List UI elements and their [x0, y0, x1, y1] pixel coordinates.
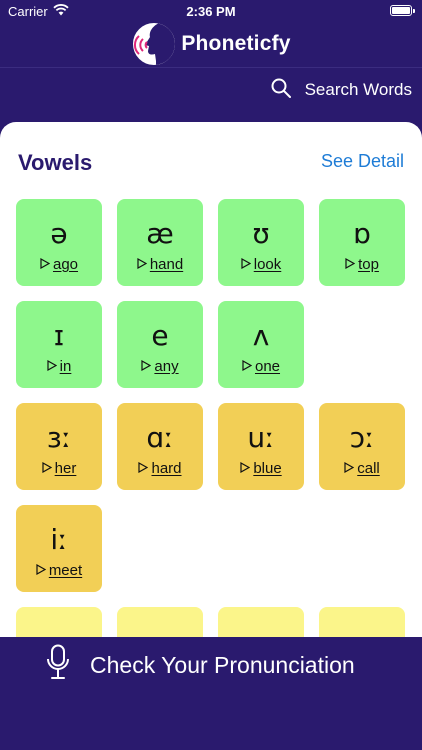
vowels-card: Vowels See Detail ə ago æ hand ʊ look ɒ top ɪ in e… [0, 122, 422, 682]
empty-cell [319, 505, 405, 592]
app-header: Phoneticfy [0, 20, 422, 68]
example-word: hard [151, 460, 182, 477]
empty-cell [218, 505, 304, 592]
example-word-button[interactable]: call [344, 460, 380, 477]
example-word: hand [149, 256, 184, 273]
empty-cell [319, 301, 405, 388]
play-triangle-icon [36, 562, 47, 579]
example-word-button[interactable]: top [345, 256, 379, 273]
vowel-tile[interactable]: æ hand [117, 199, 203, 286]
example-word-button[interactable]: one [242, 358, 280, 375]
search-button[interactable]: Search Words [271, 78, 412, 102]
play-triangle-icon [344, 460, 355, 477]
play-triangle-icon [242, 358, 253, 375]
status-time: 2:36 PM [186, 4, 236, 19]
vowel-tile[interactable]: ə ago [16, 199, 102, 286]
example-word: top [358, 256, 379, 273]
vowel-symbol: ʊ [252, 217, 270, 250]
play-triangle-icon [241, 256, 251, 273]
vowel-symbol: ɪ [53, 319, 65, 352]
logo-icon [131, 20, 178, 67]
status-bar: Carrier 2:36 PM [0, 0, 422, 22]
search-icon [271, 78, 291, 103]
play-triangle-icon [137, 256, 148, 273]
empty-cell [117, 505, 203, 592]
vowel-grid: ə ago æ hand ʊ look ɒ top ɪ in e any ʌ one ɜː her ɑː hard… [16, 199, 408, 682]
example-word-button[interactable]: hand [137, 256, 183, 273]
vowel-symbol: ɒ [353, 217, 371, 250]
play-triangle-icon [47, 358, 57, 375]
section-title: Vowels [18, 150, 93, 175]
example-word: ago [52, 256, 79, 273]
vowel-tile[interactable]: ɔː call [319, 403, 405, 490]
example-word: meet [48, 562, 83, 579]
vowel-tile[interactable]: ɪ in [16, 301, 102, 388]
example-word-button[interactable]: look [241, 256, 282, 273]
example-word-button[interactable]: meet [36, 562, 82, 579]
vowel-symbol: ɑː [146, 421, 174, 454]
app-title: Phoneticfy [181, 31, 291, 55]
battery-icon [390, 5, 415, 16]
play-triangle-icon [42, 460, 52, 477]
play-triangle-icon [240, 460, 251, 477]
vowel-symbol: ɔː [349, 421, 375, 454]
vowel-tile[interactable]: ɒ top [319, 199, 405, 286]
vowel-symbol: ɜː [46, 421, 72, 454]
vowel-symbol: ə [50, 217, 68, 250]
microphone-icon [46, 644, 70, 686]
play-triangle-icon [138, 460, 149, 477]
example-word: any [154, 358, 179, 375]
vowel-tile[interactable]: ɜː her [16, 403, 102, 490]
example-word: her [54, 460, 77, 477]
play-triangle-icon [141, 358, 152, 375]
example-word: one [254, 358, 281, 375]
play-triangle-icon [40, 256, 51, 273]
example-word-button[interactable]: ago [40, 256, 78, 273]
vowel-symbol: ʌ [252, 319, 270, 352]
vowel-symbol: uː [247, 421, 275, 454]
example-word-button[interactable]: blue [240, 460, 282, 477]
check-pronunciation-button[interactable]: Check Your Pronunciation [46, 644, 355, 686]
vowel-tile[interactable]: e any [117, 301, 203, 388]
example-word: look [253, 256, 282, 273]
example-word: in [59, 358, 72, 375]
vowel-symbol: æ [146, 217, 174, 250]
example-word: call [357, 460, 380, 477]
vowel-tile[interactable]: ʊ look [218, 199, 304, 286]
example-word: blue [253, 460, 282, 477]
vowel-tile[interactable]: ɑː hard [117, 403, 203, 490]
vowel-symbol: iː [50, 523, 68, 556]
vowel-symbol: e [151, 319, 169, 352]
see-detail-link[interactable]: See Detail [321, 151, 404, 172]
vowel-tile[interactable]: uː blue [218, 403, 304, 490]
example-word-button[interactable]: her [42, 460, 77, 477]
vowel-tile[interactable]: ʌ one [218, 301, 304, 388]
example-word-button[interactable]: any [141, 358, 179, 375]
play-triangle-icon [345, 256, 356, 273]
vowel-tile[interactable]: iː meet [16, 505, 102, 592]
search-label: Search Words [304, 80, 412, 99]
example-word-button[interactable]: hard [138, 460, 182, 477]
bottom-bar: Check Your Pronunciation [0, 637, 422, 750]
check-pronunciation-label: Check Your Pronunciation [90, 651, 355, 678]
example-word-button[interactable]: in [47, 358, 72, 375]
